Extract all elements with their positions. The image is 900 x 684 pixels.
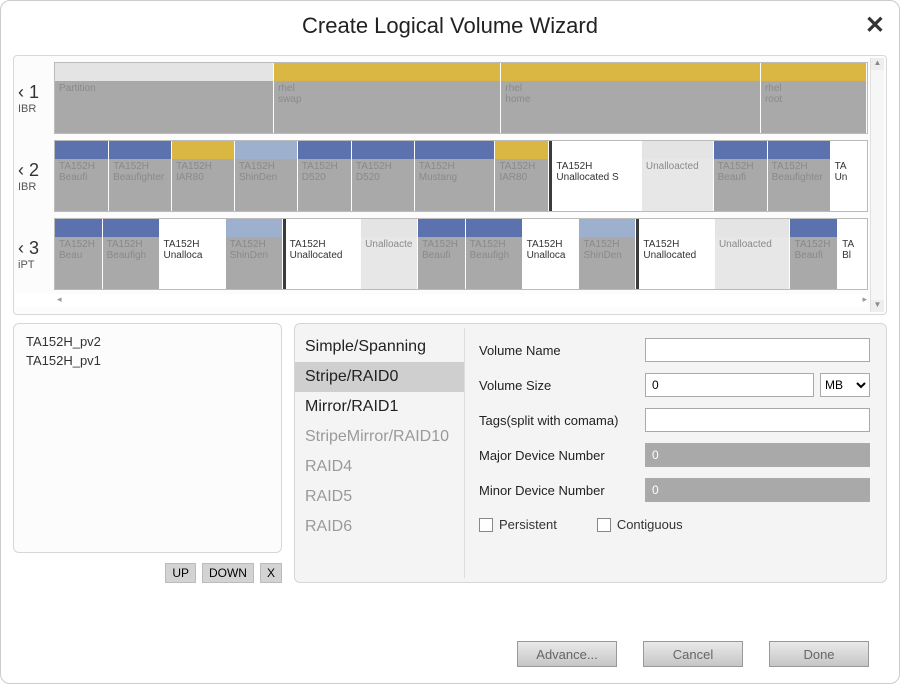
- raid-type-item: RAID6: [295, 512, 464, 542]
- major-device-label: Major Device Number: [479, 448, 639, 463]
- disk-segment[interactable]: TA152HBeaufi: [714, 141, 768, 211]
- raid-type-item[interactable]: Mirror/RAID1: [295, 392, 464, 422]
- disk-segment[interactable]: Unalloacted: [642, 141, 714, 211]
- done-button[interactable]: Done: [769, 641, 869, 667]
- dialog-title: Create Logical Volume Wizard: [302, 13, 598, 39]
- disk-segment[interactable]: TA152HUnalloca: [160, 219, 226, 289]
- disk-segment[interactable]: TAUn: [831, 141, 867, 211]
- persistent-label: Persistent: [499, 517, 557, 532]
- disk-segment[interactable]: TA152HBeaufi: [418, 219, 466, 289]
- close-icon[interactable]: ✕: [865, 11, 885, 40]
- pv-column: TA152H_pv2 TA152H_pv1 UP DOWN X: [13, 323, 282, 583]
- footer-buttons: Advance... Cancel Done: [517, 641, 869, 667]
- scroll-down-icon[interactable]: ▼: [871, 300, 884, 312]
- disk-label: ‹ 2IBR: [14, 140, 54, 212]
- disk-segment[interactable]: TA152HMustang: [415, 141, 496, 211]
- pv-list[interactable]: TA152H_pv2 TA152H_pv1: [13, 323, 282, 553]
- disk-segment[interactable]: TA152HBeaufi: [790, 219, 838, 289]
- disk-segment[interactable]: Unalloacted: [715, 219, 791, 289]
- disk-segment[interactable]: TA152HUnalloca: [523, 219, 580, 289]
- horizontal-scrollbar[interactable]: ◂▸: [15, 294, 867, 306]
- disk-label: ‹ 1IBR: [14, 62, 54, 134]
- volume-size-label: Volume Size: [479, 378, 639, 393]
- tags-label: Tags(split with comama): [479, 413, 639, 428]
- pv-list-item[interactable]: TA152H_pv2: [26, 334, 269, 349]
- pv-buttons: UP DOWN X: [13, 563, 282, 583]
- scroll-up-icon[interactable]: ▲: [871, 58, 884, 70]
- disk-label: ‹ 3iPT: [14, 218, 54, 290]
- disk-segment[interactable]: TA152HShinDen: [226, 219, 283, 289]
- disk-segment[interactable]: TA152HBeaufi: [55, 141, 109, 211]
- volume-name-input[interactable]: [645, 338, 870, 362]
- wizard-dialog: Create Logical Volume Wizard ✕ ‹ 1IBRPar…: [0, 0, 900, 684]
- disk-map: ‹ 1IBRPartitionrhelswaprhelhomerhelroot‹…: [13, 55, 887, 315]
- config-panel: Simple/SpanningStripe/RAID0Mirror/RAID1S…: [294, 323, 887, 583]
- title-bar: Create Logical Volume Wizard ✕: [1, 1, 899, 51]
- disk-segment[interactable]: TABl: [838, 219, 867, 289]
- disk-segment[interactable]: TA152HUnallocated S: [552, 141, 641, 211]
- volume-size-input[interactable]: [645, 373, 814, 397]
- major-device-input: [645, 443, 870, 467]
- contiguous-label: Contiguous: [617, 517, 683, 532]
- disk-segment[interactable]: TA152HUnallocated: [286, 219, 362, 289]
- pv-remove-button[interactable]: X: [260, 563, 282, 583]
- pv-up-button[interactable]: UP: [165, 563, 196, 583]
- disk-row: ‹ 2IBRTA152HBeaufiTA152HBeaufighterTA152…: [14, 140, 868, 212]
- disk-segment[interactable]: TA152HD520: [352, 141, 415, 211]
- disk-segment[interactable]: Partition: [55, 63, 274, 133]
- raid-type-item: StripeMirror/RAID10: [295, 422, 464, 452]
- disk-segment[interactable]: Unalloacte: [361, 219, 418, 289]
- minor-device-label: Minor Device Number: [479, 483, 639, 498]
- disk-segment[interactable]: TA152HBeaufigh: [466, 219, 523, 289]
- disk-row: ‹ 3iPTTA152HBeauTA152HBeaufighTA152HUnal…: [14, 218, 868, 290]
- raid-type-item[interactable]: Simple/Spanning: [295, 332, 464, 362]
- volume-size-unit-select[interactable]: MB: [820, 373, 870, 397]
- disk-bar[interactable]: TA152HBeauTA152HBeaufighTA152HUnallocaTA…: [54, 218, 868, 290]
- disk-row: ‹ 1IBRPartitionrhelswaprhelhomerhelroot: [14, 62, 868, 134]
- raid-type-item: RAID4: [295, 452, 464, 482]
- disk-segment[interactable]: rhelhome: [501, 63, 761, 133]
- disk-segment[interactable]: TA152HBeau: [55, 219, 103, 289]
- raid-type-list: Simple/SpanningStripe/RAID0Mirror/RAID1S…: [295, 328, 465, 578]
- volume-form: Volume Name Volume Size MB Tags(split wi…: [465, 328, 876, 578]
- disk-segment[interactable]: rhelroot: [761, 63, 867, 133]
- cancel-button[interactable]: Cancel: [643, 641, 743, 667]
- contiguous-checkbox[interactable]: [597, 518, 611, 532]
- advance-button[interactable]: Advance...: [517, 641, 617, 667]
- disk-segment[interactable]: TA152HD520: [298, 141, 352, 211]
- vertical-scrollbar[interactable]: ▲ ▼: [870, 58, 884, 312]
- raid-type-item: RAID5: [295, 482, 464, 512]
- persistent-checkbox[interactable]: [479, 518, 493, 532]
- raid-type-item[interactable]: Stripe/RAID0: [295, 362, 464, 392]
- disk-segment[interactable]: TA152HBeaufigh: [103, 219, 160, 289]
- minor-device-input: [645, 478, 870, 502]
- disk-segment[interactable]: TA152HShinDen: [235, 141, 298, 211]
- disk-bar[interactable]: Partitionrhelswaprhelhomerhelroot: [54, 62, 868, 134]
- tags-input[interactable]: [645, 408, 870, 432]
- lower-panel: TA152H_pv2 TA152H_pv1 UP DOWN X Simple/Sp…: [13, 323, 887, 583]
- pv-list-item[interactable]: TA152H_pv1: [26, 353, 269, 368]
- disk-segment[interactable]: TA152HShinDen: [579, 219, 636, 289]
- disk-segment[interactable]: TA152HIAR80: [172, 141, 235, 211]
- disk-segment[interactable]: TA152HIAR80: [495, 141, 549, 211]
- pv-down-button[interactable]: DOWN: [202, 563, 254, 583]
- disk-segment[interactable]: rhelswap: [274, 63, 501, 133]
- volume-name-label: Volume Name: [479, 343, 639, 358]
- disk-bar[interactable]: TA152HBeaufiTA152HBeaufighterTA152HIAR80…: [54, 140, 868, 212]
- disk-segment[interactable]: TA152HUnallocated: [639, 219, 715, 289]
- disk-segment[interactable]: TA152HBeaufighter: [768, 141, 831, 211]
- disk-segment[interactable]: TA152HBeaufighter: [109, 141, 172, 211]
